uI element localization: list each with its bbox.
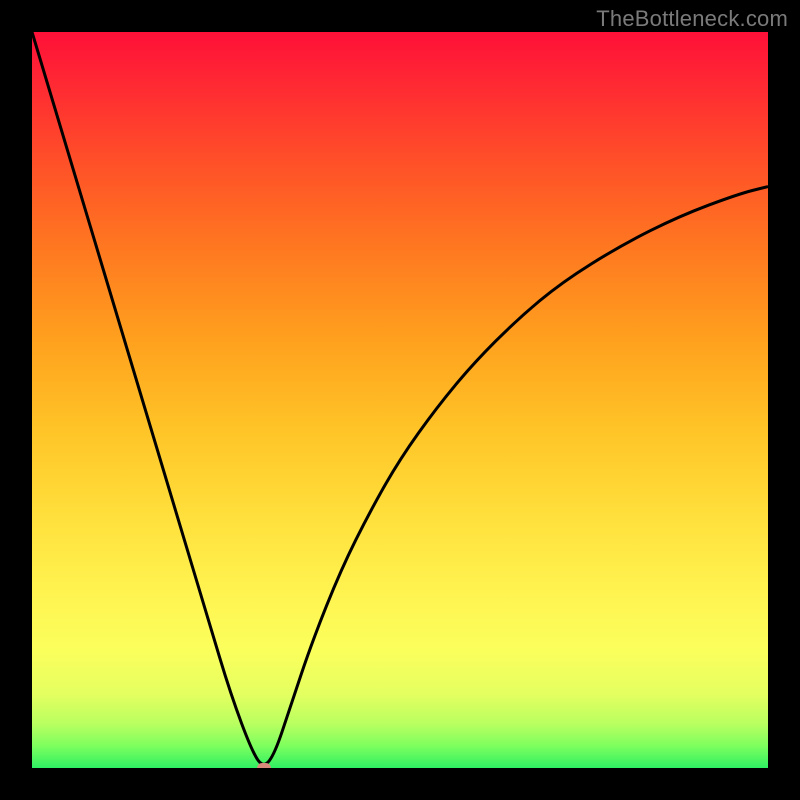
chart-frame: TheBottleneck.com xyxy=(0,0,800,800)
bottleneck-curve xyxy=(32,32,768,764)
watermark-text: TheBottleneck.com xyxy=(596,6,788,32)
curve-layer xyxy=(32,32,768,768)
plot-area xyxy=(32,32,768,768)
minimum-marker-icon xyxy=(257,763,271,768)
